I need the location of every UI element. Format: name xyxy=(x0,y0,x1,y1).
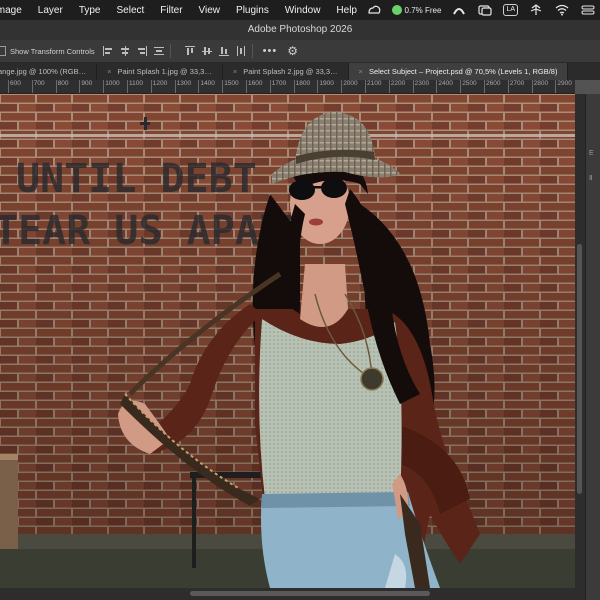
options-bar: Show Transform Controls ••• ⚙ xyxy=(0,40,600,63)
ruler-tick-label: 900 xyxy=(79,80,93,93)
tab-paint-splash-1[interactable]: × Paint Splash 1.jpg @ 33,3… xyxy=(97,63,223,80)
ruler-tick-label: 1000 xyxy=(103,80,120,93)
menu-image[interactable]: Image xyxy=(0,5,30,16)
ruler-tick-label: 2300 xyxy=(412,80,430,93)
photo-artwork: UNTIL DEBT TEAR US APART xyxy=(0,94,575,588)
ruler-tick-label: 1200 xyxy=(150,80,168,93)
options-divider-2 xyxy=(251,44,253,58)
close-icon[interactable]: × xyxy=(233,67,237,76)
control-center-icon[interactable] xyxy=(580,3,596,17)
show-transform-label: Show Transform Controls xyxy=(10,46,95,56)
status-tray: 0.7% Free LA xyxy=(366,0,596,20)
tab-label: ange.jpg @ 100% (RGB… xyxy=(0,67,87,76)
ruler-tick-label: 800 xyxy=(55,80,69,93)
align-left-icon[interactable] xyxy=(102,46,113,56)
memory-icon xyxy=(391,5,402,15)
menu-plugins[interactable]: Plugins xyxy=(228,5,277,16)
vertical-scrollbar[interactable] xyxy=(575,94,585,588)
align-buttons xyxy=(102,46,164,56)
tab-label: Paint Splash 2.jpg @ 33,3… xyxy=(243,67,338,76)
arc-icon[interactable] xyxy=(451,3,467,17)
align-vertical-buttons xyxy=(184,46,246,56)
ruler-tick-label: 1500 xyxy=(222,80,239,93)
ruler-tick-label: 1100 xyxy=(127,80,143,93)
tab-paint-splash-2[interactable]: × Paint Splash 2.jpg @ 33,3… xyxy=(223,63,349,80)
ruler-tick-label: 1600 xyxy=(245,80,263,93)
menu-select[interactable]: Select xyxy=(109,5,153,16)
ruler-tick-label: 1700 xyxy=(269,80,287,93)
menu-window[interactable]: Window xyxy=(277,5,329,16)
tab-select-subject-project[interactable]: × Select Subject – Project.psd @ 70,5% (L… xyxy=(348,63,569,80)
close-icon[interactable]: × xyxy=(359,67,363,76)
ruler-tick-label: 700 xyxy=(31,80,45,93)
ruler-tick-label: 2900 xyxy=(555,80,572,93)
menu-layer[interactable]: Layer xyxy=(30,5,71,16)
macos-menubar: Image Layer Type Select Filter View Plug… xyxy=(0,0,600,20)
ruler-tick-label: 1900 xyxy=(317,80,334,93)
memory-status[interactable]: 0.7% Free xyxy=(391,5,442,15)
ruler-tick-label: 2000 xyxy=(341,80,358,93)
tab-orange-jpg[interactable]: ange.jpg @ 100% (RGB… xyxy=(0,63,98,80)
ruler-tick-label: 2100 xyxy=(364,80,382,93)
keyboard-icon[interactable]: LA xyxy=(503,4,518,16)
distribute-v-icon[interactable] xyxy=(236,46,246,56)
ruler-tick-label: 1800 xyxy=(293,80,311,93)
right-panel-strip[interactable]: E Ⅱ xyxy=(585,94,600,600)
ruler-tick-label: 1400 xyxy=(198,80,215,93)
tab-label: Paint Splash 1.jpg @ 33,3… xyxy=(117,67,212,76)
show-transform-checkbox[interactable] xyxy=(0,46,6,56)
network-icon[interactable] xyxy=(528,3,544,17)
wifi-icon[interactable] xyxy=(554,3,570,17)
gear-icon[interactable]: ⚙ xyxy=(287,44,298,58)
horizontal-scroll-thumb[interactable] xyxy=(190,591,430,596)
horizontal-ruler[interactable]: 600 700 800 900 1000 1100 1200 1300 1400 1500 1600… xyxy=(0,80,575,94)
align-bottom-icon[interactable] xyxy=(218,46,229,56)
ruler-tick-label: 2500 xyxy=(460,80,477,93)
ruler-tick-label: 2800 xyxy=(531,80,549,93)
more-options-button[interactable]: ••• xyxy=(263,45,278,57)
window-title: Adobe Photoshop 2026 xyxy=(0,20,600,40)
creative-cloud-icon[interactable] xyxy=(366,3,382,17)
ruler-tick-label: 2200 xyxy=(388,80,406,93)
wall-text-line1: UNTIL DEBT xyxy=(16,156,257,202)
ruler-tick-label: 2400 xyxy=(436,80,453,93)
tab-label: Select Subject – Project.psd @ 70,5% (Le… xyxy=(368,67,558,76)
panel-glyph-e: E xyxy=(589,150,594,157)
align-middle-v-icon[interactable] xyxy=(201,46,212,56)
window-icon[interactable] xyxy=(477,3,493,17)
close-icon[interactable]: × xyxy=(107,67,111,76)
horizontal-scrollbar[interactable] xyxy=(0,588,585,600)
distribute-h-icon[interactable] xyxy=(153,46,164,56)
ruler-tick-label: 2700 xyxy=(507,80,525,93)
memory-free-label: 0.7% Free xyxy=(404,5,442,15)
document-tabs: ange.jpg @ 100% (RGB… × Paint Splash 1.jp… xyxy=(0,63,600,80)
align-center-h-icon[interactable] xyxy=(120,46,130,56)
vertical-scroll-thumb[interactable] xyxy=(577,244,582,494)
options-divider xyxy=(169,44,171,58)
ruler-tick-label: 600 xyxy=(8,80,21,93)
ruler-tick-label: 1300 xyxy=(174,80,192,93)
menu-type[interactable]: Type xyxy=(71,5,109,16)
panel-glyph-ii: Ⅱ xyxy=(589,175,593,182)
align-right-icon[interactable] xyxy=(137,46,147,56)
ruler-tick-label: 2600 xyxy=(483,80,501,93)
align-top-icon[interactable] xyxy=(184,46,195,56)
document-canvas[interactable]: UNTIL DEBT TEAR US APART xyxy=(0,94,575,588)
menu-filter[interactable]: Filter xyxy=(152,5,190,16)
menu-view[interactable]: View xyxy=(191,5,229,16)
menu-help[interactable]: Help xyxy=(328,5,365,16)
